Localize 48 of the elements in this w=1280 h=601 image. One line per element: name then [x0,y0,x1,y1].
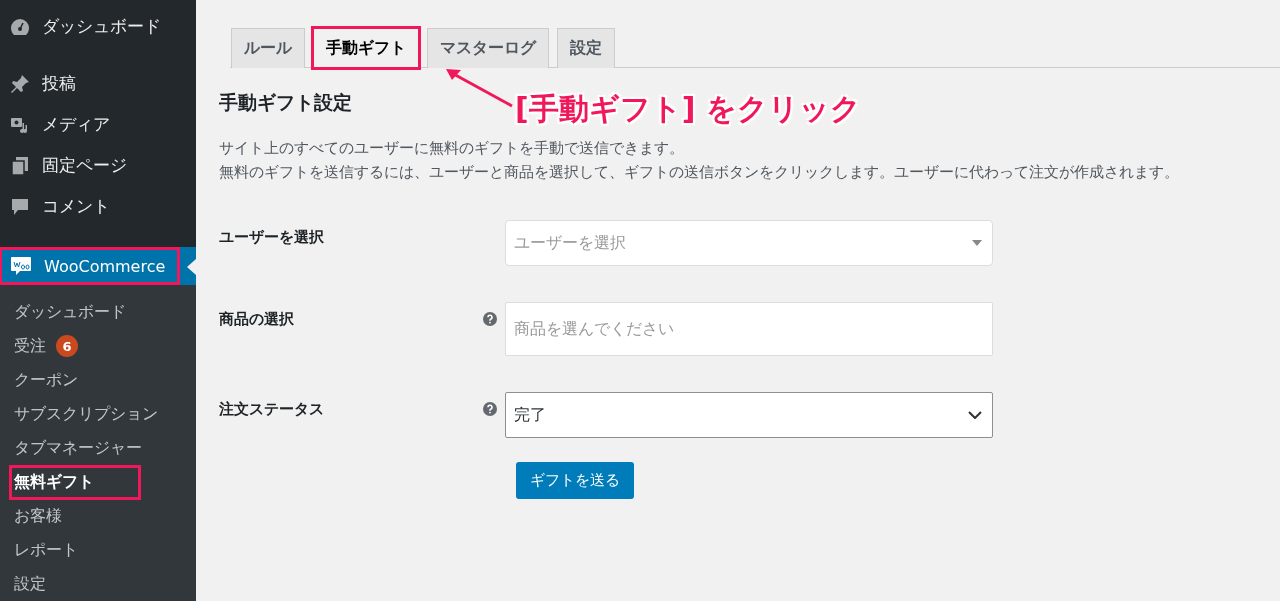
field-label: ユーザーを選択 [219,227,325,247]
section-title: 手動ギフト設定 [219,90,352,115]
select-value: 完了 [514,404,546,426]
woo-logo-icon [10,256,32,276]
help-icon[interactable] [483,402,497,416]
field-label: 注文ステータス [219,399,325,419]
submenu-item[interactable]: クーポン [12,365,80,395]
submenu-item[interactable]: 無料ギフト [12,467,138,497]
menu-item[interactable]: 固定ページ [0,145,196,186]
placeholder-text: ユーザーを選択 [514,232,626,254]
pages-icon [10,155,30,176]
submenu-item[interactable]: タブマネージャー [12,433,144,463]
submenu-item[interactable]: お客様 [12,501,64,531]
count-badge: 6 [56,335,78,357]
tab[interactable]: 設定 [557,28,615,68]
speech-bubble-icon [10,196,30,217]
placeholder-text: 商品を選んでください [514,318,674,340]
callout-text: [手動ギフト] をクリック [515,90,861,128]
active-menu-item[interactable]: WooCommerce [0,247,196,285]
description-text: 無料のギフトを送信するには、ユーザーと商品を選択して、ギフトの送信ボタンをクリックします。ユーザーに代わって注文が作成されます。 [219,163,1180,182]
gauge-icon [10,17,30,36]
menu-label: コメント [42,195,110,218]
tab[interactable]: ルール [231,28,305,68]
status-select-field[interactable]: 完了 [505,392,993,438]
current-pointer-icon [187,259,196,275]
menu-item[interactable]: 投稿 [0,63,196,104]
menu-item[interactable]: ダッシュボード [0,6,196,47]
submenu-item[interactable]: レポート [12,535,80,565]
menu-item[interactable]: メディア [0,104,196,145]
menu-item[interactable]: コメント [0,186,196,227]
submenu-item[interactable]: 受注 [12,331,48,361]
dropdown-triangle-icon [972,240,982,246]
menu-label: 投稿 [42,72,76,95]
field-label: 商品の選択 [219,309,295,329]
menu-label: メディア [42,113,110,136]
tab[interactable]: 手動ギフト [313,28,419,68]
submenu-item[interactable]: ダッシュボード [12,297,128,327]
menu-label: 固定ページ [42,154,127,177]
tab[interactable]: マスターログ [427,28,549,68]
chevron-down-icon [968,411,982,419]
submenu-item[interactable]: サブスクリプション [12,399,160,429]
menu-label: WooCommerce [44,256,166,276]
pin-icon [10,73,30,94]
submenu-item[interactable]: 設定 [12,569,48,599]
menu-label: ダッシュボード [42,15,161,38]
help-icon[interactable] [483,312,497,326]
send-gift-button[interactable]: ギフトを送る [516,462,634,499]
description-text: サイト上のすべてのユーザーに無料のギフトを手動で送信できます。 [219,139,685,158]
